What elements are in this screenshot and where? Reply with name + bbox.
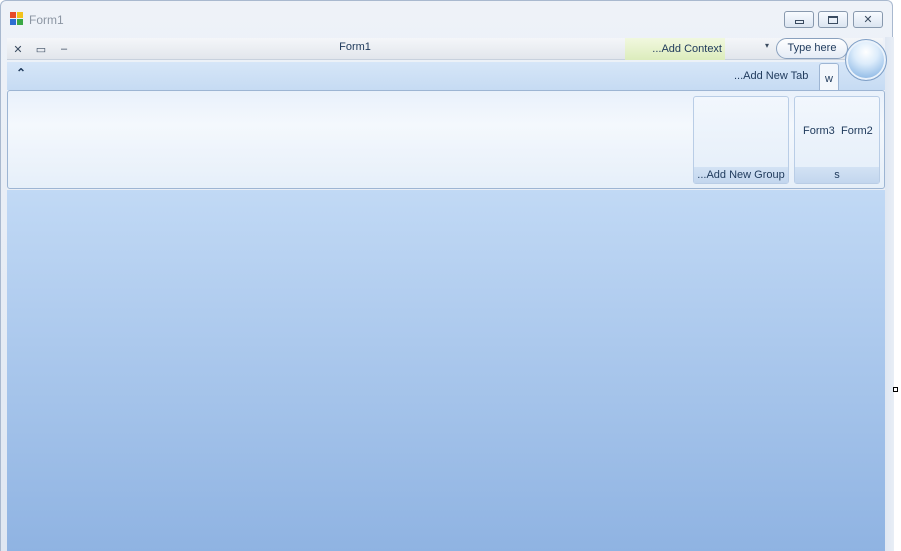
quick-access-toolbar: ✕ ▭ – Form1 ...Add Context ▾ [7,38,883,60]
ribbon-panel: ...Add New Group Form3 Form2 s [7,90,885,189]
mdi-minimize-button[interactable]: – [55,40,73,58]
add-new-group-caption[interactable]: ...Add New Group [694,167,788,183]
add-new-group[interactable]: ...Add New Group [693,96,789,184]
window-right-border [885,37,894,551]
collapse-ribbon-icon[interactable]: ⌃ [16,66,26,80]
close-button[interactable]: ✕ [853,11,883,28]
add-context-button[interactable]: ...Add Context [625,38,725,60]
add-new-tab-button[interactable]: ...Add New Tab [734,70,808,82]
form3-button[interactable]: Form3 [803,125,835,137]
window-title: Form1 [29,13,64,27]
qat-dropdown-icon[interactable]: ▾ [765,41,769,50]
ribbon-group-s: Form3 Form2 s [794,96,880,184]
ribbon-form-title: Form1 [339,41,371,53]
close-icon: ✕ [13,43,23,56]
maximize-icon [828,15,838,24]
group-s-caption: s [795,167,879,183]
type-here-input[interactable]: Type here [776,38,848,59]
ribbon-tab-strip: ⌃ ...Add New Tab w [7,62,885,91]
mdi-restore-button[interactable]: ▭ [32,40,50,58]
client-area [7,190,885,551]
minimize-icon [794,20,804,24]
application-orb-button[interactable] [845,39,887,81]
tab-w[interactable]: w [819,63,839,91]
minimize-icon: – [60,43,68,55]
form2-button[interactable]: Form2 [841,125,873,137]
mdi-close-button[interactable]: ✕ [9,40,27,58]
minimize-button[interactable] [784,11,814,28]
title-bar[interactable]: Form1 ✕ [1,1,892,37]
resize-grip-handle[interactable] [893,387,898,392]
main-window: Form1 ✕ ✕ ▭ – Form1 ...Add Context ▾ Typ… [0,0,894,551]
close-icon: ✕ [863,14,873,26]
restore-icon: ▭ [35,43,47,56]
maximize-button[interactable] [818,11,848,28]
form-app-icon[interactable] [10,12,24,26]
